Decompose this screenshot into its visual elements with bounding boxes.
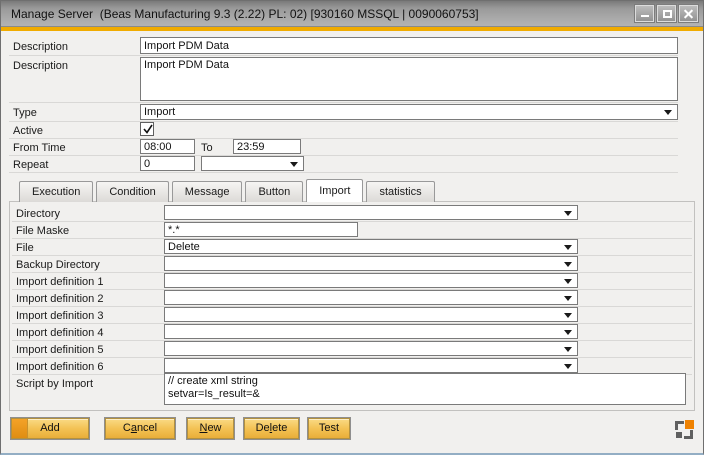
- chevron-down-icon: [290, 162, 298, 167]
- import-definition-6-label: Import definition 6: [16, 361, 103, 373]
- chevron-down-icon: [564, 330, 572, 335]
- minimize-button[interactable]: [635, 5, 654, 22]
- description-multi-label: Description: [13, 60, 68, 72]
- chevron-down-icon: [564, 262, 572, 267]
- cancel-button[interactable]: Cancel: [105, 418, 175, 439]
- chevron-down-icon: [664, 110, 672, 115]
- import-definition-5-dropdown[interactable]: [164, 341, 578, 356]
- to-time-input[interactable]: [233, 139, 301, 154]
- test-button[interactable]: Test: [308, 418, 350, 439]
- import-definition-1-label: Import definition 1: [16, 276, 103, 288]
- description-input[interactable]: [140, 37, 678, 54]
- chevron-down-icon: [564, 211, 572, 216]
- import-definition-6-dropdown[interactable]: [164, 358, 578, 373]
- window-title: Manage Server (Beas Manufacturing 9.3 (2…: [11, 1, 479, 27]
- backup-directory-label: Backup Directory: [16, 259, 100, 271]
- file-label: File: [16, 242, 34, 254]
- new-button[interactable]: New: [187, 418, 234, 439]
- checkmark-icon: [141, 122, 155, 136]
- repeat-label: Repeat: [13, 159, 48, 171]
- directory-dropdown[interactable]: [164, 205, 578, 220]
- import-definition-3-dropdown[interactable]: [164, 307, 578, 322]
- minimize-icon: [641, 15, 649, 17]
- tab-import[interactable]: Import: [306, 179, 363, 202]
- script-by-import-label: Script by Import: [16, 378, 93, 390]
- chevron-down-icon: [564, 296, 572, 301]
- import-definition-3-label: Import definition 3: [16, 310, 103, 322]
- accent-bar: [1, 27, 703, 31]
- from-time-input[interactable]: [140, 139, 195, 154]
- import-definition-1-dropdown[interactable]: [164, 273, 578, 288]
- tab-execution[interactable]: Execution: [19, 181, 93, 202]
- type-dropdown[interactable]: Import: [140, 104, 678, 120]
- to-label: To: [201, 142, 213, 154]
- tab-bar: ExecutionConditionMessageButtonImportsta…: [19, 179, 438, 202]
- chevron-down-icon: [564, 347, 572, 352]
- type-label: Type: [13, 107, 37, 119]
- repeat-interval-dropdown[interactable]: [201, 156, 304, 171]
- tab-message[interactable]: Message: [172, 181, 243, 202]
- import-definition-4-label: Import definition 4: [16, 327, 103, 339]
- import-definition-4-dropdown[interactable]: [164, 324, 578, 339]
- import-definition-2-label: Import definition 2: [16, 293, 103, 305]
- maximize-button[interactable]: [657, 5, 676, 22]
- chevron-down-icon: [564, 245, 572, 250]
- active-checkbox[interactable]: [140, 122, 154, 136]
- chevron-down-icon: [564, 364, 572, 369]
- directory-label: Directory: [16, 208, 60, 220]
- file-dropdown[interactable]: Delete: [164, 239, 578, 254]
- delete-button[interactable]: Delete: [244, 418, 299, 439]
- chevron-down-icon: [564, 279, 572, 284]
- import-definition-5-label: Import definition 5: [16, 344, 103, 356]
- window-controls: [635, 5, 698, 22]
- backup-directory-dropdown[interactable]: [164, 256, 578, 271]
- chevron-down-icon: [564, 313, 572, 318]
- description-label: Description: [13, 41, 68, 53]
- file-maske-label: File Maske: [16, 225, 69, 237]
- collapse-expand-icon[interactable]: [673, 419, 695, 441]
- file-maske-input[interactable]: [164, 222, 358, 237]
- maximize-icon: [663, 10, 672, 18]
- tab-condition[interactable]: Condition: [96, 181, 168, 202]
- from-time-label: From Time: [13, 142, 66, 154]
- tab-statistics[interactable]: statistics: [366, 181, 434, 202]
- description-textarea[interactable]: Import PDM Data: [140, 57, 678, 101]
- import-tab-panel: Script by Import // create xml string se…: [9, 201, 695, 411]
- repeat-input[interactable]: [140, 156, 195, 171]
- close-button[interactable]: [679, 5, 698, 22]
- script-by-import-textarea[interactable]: // create xml string setvar=Is_result=&: [164, 373, 686, 405]
- import-definition-2-dropdown[interactable]: [164, 290, 578, 305]
- tab-button[interactable]: Button: [245, 181, 303, 202]
- active-label: Active: [13, 125, 43, 137]
- title-bar: Manage Server (Beas Manufacturing 9.3 (2…: [1, 1, 703, 27]
- manage-server-window: Manage Server (Beas Manufacturing 9.3 (2…: [0, 0, 704, 455]
- add-button[interactable]: Add: [11, 418, 89, 439]
